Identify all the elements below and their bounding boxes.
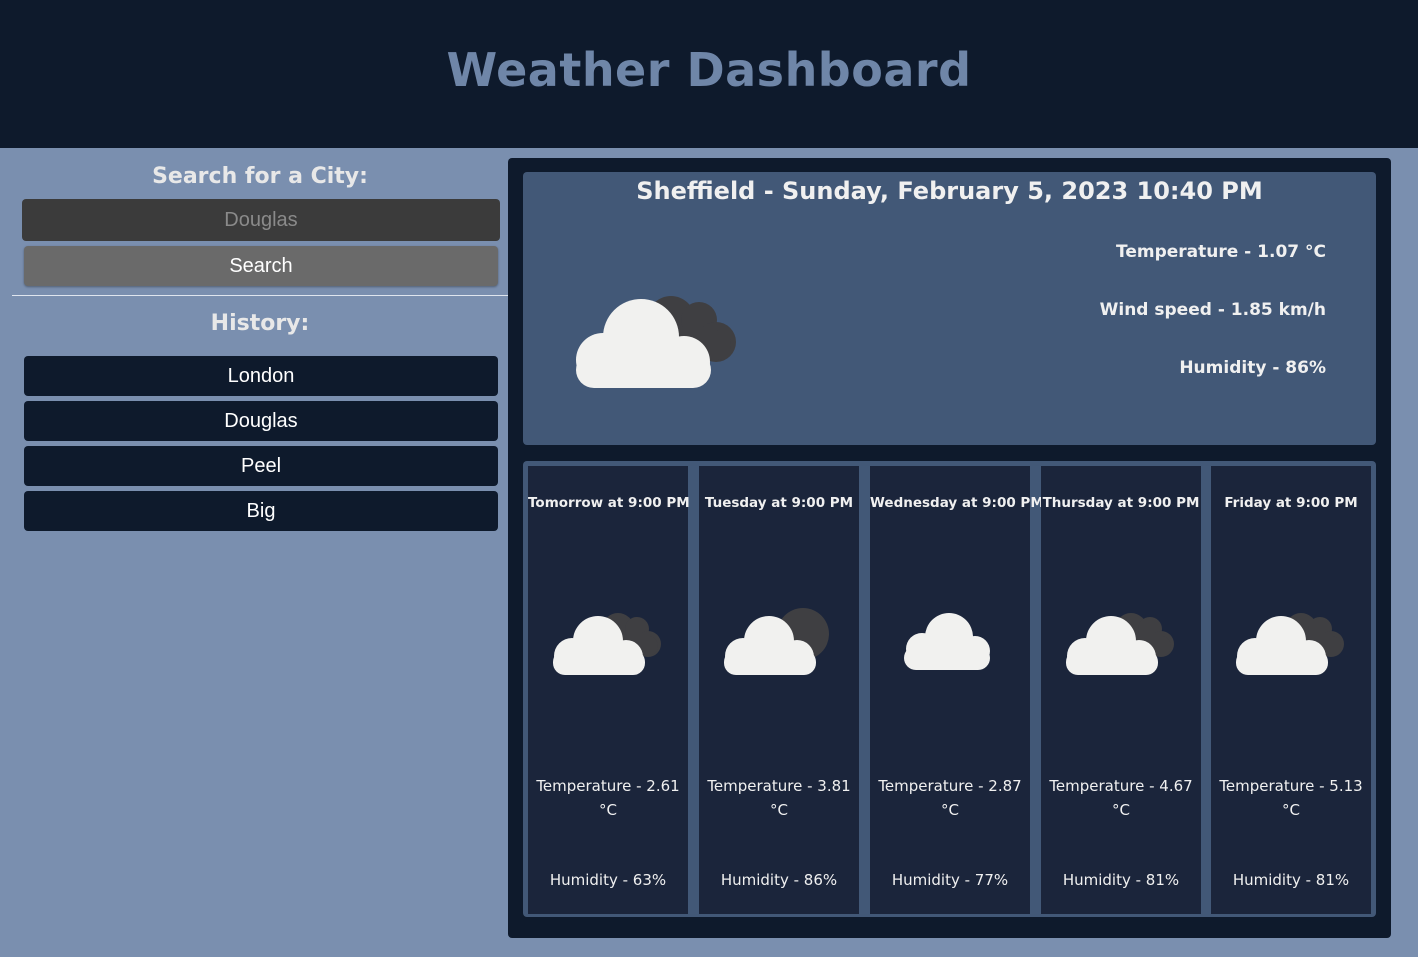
forecast-card: Friday at 9:00 PM Temperature - 5.13 °C … xyxy=(1211,466,1371,914)
forecast-humidity: Humidity - 63% xyxy=(549,871,667,889)
forecast-temperature: Temperature - 5.13 °C xyxy=(1219,777,1363,819)
header: Weather Dashboard xyxy=(0,0,1418,148)
history-title: History: xyxy=(210,311,310,336)
city-search-input[interactable] xyxy=(22,199,500,241)
sidebar: Search for a City: Search History: Londo… xyxy=(12,148,508,536)
forecast-day-title: Wednesday at 9:00 PM xyxy=(870,495,1044,511)
current-weather-card: Sheffield - Sunday, February 5, 2023 10:… xyxy=(523,172,1376,445)
broken-clouds-icon xyxy=(571,280,741,394)
search-title: Search for a City: xyxy=(152,164,368,189)
broken-clouds-icon xyxy=(550,602,665,681)
cloud-icon xyxy=(892,602,1007,681)
forecast-temperature: Temperature - 2.61 °C xyxy=(536,777,680,819)
history-item-peel[interactable]: Peel xyxy=(24,446,498,486)
forecast-day-title: Tomorrow at 9:00 PM xyxy=(528,495,690,511)
forecast-humidity: Humidity - 77% xyxy=(891,871,1009,889)
forecast-temperature: Temperature - 3.81 °C xyxy=(707,777,851,819)
search-button[interactable]: Search xyxy=(24,246,498,286)
current-wind-speed: Wind speed - 1.85 km/h xyxy=(1099,300,1326,320)
page-title: Weather Dashboard xyxy=(446,43,972,97)
current-weather-title: Sheffield - Sunday, February 5, 2023 10:… xyxy=(636,177,1263,205)
forecast-humidity: Humidity - 81% xyxy=(1062,871,1180,889)
overcast-clouds-icon xyxy=(721,602,836,681)
forecast-card: Thursday at 9:00 PM Temperature - 4.67 °… xyxy=(1041,466,1201,914)
weather-panel: Sheffield - Sunday, February 5, 2023 10:… xyxy=(508,158,1391,938)
broken-clouds-icon xyxy=(1233,602,1348,681)
broken-clouds-icon xyxy=(1063,602,1178,681)
history-list: London Douglas Peel Big xyxy=(12,356,508,531)
forecast-humidity: Humidity - 86% xyxy=(720,871,838,889)
current-temperature: Temperature - 1.07 °C xyxy=(1115,242,1326,262)
forecast-humidity: Humidity - 81% xyxy=(1232,871,1350,889)
current-stats: Temperature - 1.07 °C Wind speed - 1.85 … xyxy=(1100,242,1326,416)
forecast-card: Wednesday at 9:00 PM Temperature - 2.87 … xyxy=(870,466,1044,914)
history-item-london[interactable]: London xyxy=(24,356,498,396)
forecast-card: Tuesday at 9:00 PM Temperature - 3.81 °C… xyxy=(699,466,859,914)
forecast-day-title: Friday at 9:00 PM xyxy=(1224,495,1358,511)
forecast-temperature: Temperature - 2.87 °C xyxy=(878,777,1022,819)
forecast-temperature: Temperature - 4.67 °C xyxy=(1049,777,1193,819)
forecast-container: Tomorrow at 9:00 PM Temperature - 2.61 °… xyxy=(523,461,1376,917)
forecast-day-title: Thursday at 9:00 PM xyxy=(1042,495,1200,511)
history-item-big[interactable]: Big xyxy=(24,491,498,531)
forecast-day-title: Tuesday at 9:00 PM xyxy=(704,495,854,511)
current-humidity: Humidity - 86% xyxy=(1179,358,1326,378)
history-item-douglas[interactable]: Douglas xyxy=(24,401,498,441)
forecast-card: Tomorrow at 9:00 PM Temperature - 2.61 °… xyxy=(528,466,690,914)
divider xyxy=(12,295,508,296)
